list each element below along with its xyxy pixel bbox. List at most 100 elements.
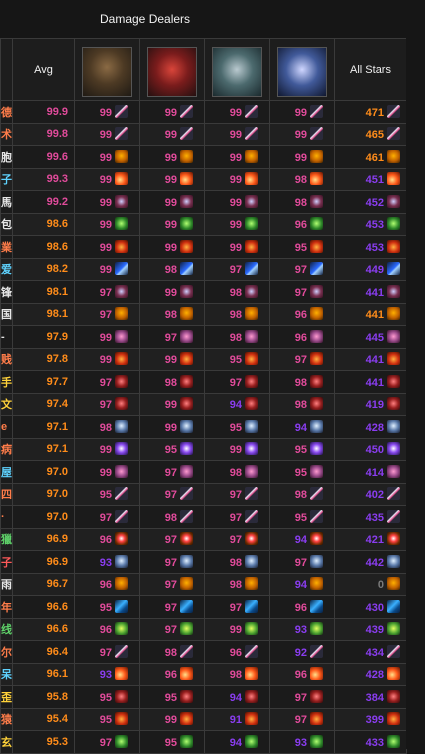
player-name[interactable]: 雨 <box>0 572 13 596</box>
hero-1-header[interactable] <box>74 38 140 101</box>
hero-3-score[interactable]: 98 <box>204 572 270 596</box>
hero-2-score[interactable]: 99 <box>139 100 205 124</box>
hero-2-score[interactable]: 99 <box>139 280 205 304</box>
player-name[interactable]: 尔 <box>0 640 13 664</box>
hero-3-score[interactable]: 99 <box>204 145 270 169</box>
hero-2-score[interactable]: 99 <box>139 415 205 439</box>
hero-3-score[interactable]: 97 <box>204 595 270 619</box>
table-row[interactable]: 呆 96.1 93 96 98 96 428 <box>0 662 407 686</box>
hero-2-score[interactable]: 99 <box>139 145 205 169</box>
hero-4-score[interactable]: 94 <box>269 415 335 439</box>
hero-1-score[interactable]: 97 <box>74 730 140 754</box>
hero-3-header[interactable] <box>204 38 270 101</box>
hero-3-score[interactable]: 99 <box>204 167 270 191</box>
hero-3-score[interactable]: 94 <box>204 730 270 754</box>
all-stars-score[interactable]: 442 <box>334 550 407 574</box>
portrait-hero-3[interactable] <box>212 47 262 97</box>
all-stars-score[interactable]: 453 <box>334 212 407 236</box>
all-stars-score[interactable]: 453 <box>334 235 407 259</box>
table-row[interactable]: 馬 99.2 99 99 99 98 452 <box>0 190 407 214</box>
portrait-hero-1[interactable] <box>82 47 132 97</box>
player-name[interactable]: 线 <box>0 617 13 641</box>
table-row[interactable]: 歪 95.8 95 95 94 97 384 <box>0 685 407 709</box>
player-name[interactable]: e <box>0 415 13 439</box>
hero-3-score[interactable]: 94 <box>204 392 270 416</box>
player-name[interactable]: 馬 <box>0 190 13 214</box>
player-name[interactable]: 歪 <box>0 685 13 709</box>
all-stars-score[interactable]: 428 <box>334 662 407 686</box>
hero-3-score[interactable]: 98 <box>204 550 270 574</box>
all-stars-score[interactable]: 441 <box>334 280 407 304</box>
table-row[interactable]: 尔 96.4 97 98 96 92 434 <box>0 640 407 664</box>
all-stars-score[interactable]: 441 <box>334 302 407 326</box>
table-row[interactable]: · 97.0 97 98 97 95 435 <box>0 505 407 529</box>
all-stars-score[interactable]: 450 <box>334 437 407 461</box>
player-name[interactable]: 子 <box>0 550 13 574</box>
all-stars-score[interactable]: 430 <box>334 595 407 619</box>
table-row[interactable]: 术 99.8 99 99 99 99 465 <box>0 122 407 146</box>
table-row[interactable]: 文 97.4 97 99 94 98 419 <box>0 392 407 416</box>
player-name[interactable]: 玄 <box>0 730 13 754</box>
hero-1-score[interactable]: 97 <box>74 505 140 529</box>
hero-2-score[interactable]: 99 <box>139 122 205 146</box>
player-name[interactable]: 贱 <box>0 347 13 371</box>
hero-1-score[interactable]: 99 <box>74 235 140 259</box>
hero-3-score[interactable]: 94 <box>204 685 270 709</box>
all-stars-score[interactable]: 465 <box>334 122 407 146</box>
portrait-hero-4[interactable] <box>277 47 327 97</box>
hero-4-header[interactable] <box>269 38 335 101</box>
player-name[interactable]: - <box>0 325 13 349</box>
hero-4-score[interactable]: 99 <box>269 100 335 124</box>
table-row[interactable]: 子 96.9 93 97 98 97 442 <box>0 550 407 574</box>
hero-1-score[interactable]: 97 <box>74 392 140 416</box>
hero-1-score[interactable]: 95 <box>74 595 140 619</box>
table-row[interactable]: 猿 95.4 95 99 91 97 399 <box>0 707 407 731</box>
hero-2-score[interactable]: 99 <box>139 167 205 191</box>
table-row[interactable]: 雨 96.7 96 97 98 94 0 <box>0 572 407 596</box>
hero-4-score[interactable]: 96 <box>269 662 335 686</box>
hero-3-score[interactable]: 99 <box>204 235 270 259</box>
hero-2-header[interactable] <box>139 38 205 101</box>
hero-1-score[interactable]: 99 <box>74 325 140 349</box>
player-name[interactable]: 猿 <box>0 707 13 731</box>
table-row[interactable]: 德 99.9 99 99 99 99 471 <box>0 100 407 124</box>
all-stars-score[interactable]: 452 <box>334 190 407 214</box>
table-row[interactable]: 業 98.6 99 99 99 95 453 <box>0 235 407 259</box>
table-row[interactable]: 病 97.1 99 95 99 95 450 <box>0 437 407 461</box>
hero-1-score[interactable]: 95 <box>74 482 140 506</box>
hero-1-score[interactable]: 96 <box>74 527 140 551</box>
table-row[interactable]: 手 97.7 97 98 97 98 441 <box>0 370 407 394</box>
table-row[interactable]: 年 96.6 95 97 97 96 430 <box>0 595 407 619</box>
hero-2-score[interactable]: 98 <box>139 505 205 529</box>
hero-1-score[interactable]: 95 <box>74 685 140 709</box>
hero-2-score[interactable]: 95 <box>139 437 205 461</box>
player-name[interactable]: 爱 <box>0 257 13 281</box>
table-row[interactable]: 子 99.3 99 99 99 98 451 <box>0 167 407 191</box>
avg-header[interactable]: Avg <box>12 38 75 101</box>
table-row[interactable]: 国 98.1 97 98 98 96 441 <box>0 302 407 326</box>
scrollbar[interactable] <box>406 38 425 749</box>
hero-2-score[interactable]: 98 <box>139 640 205 664</box>
hero-4-score[interactable]: 98 <box>269 482 335 506</box>
hero-1-score[interactable]: 96 <box>74 572 140 596</box>
hero-4-score[interactable]: 94 <box>269 572 335 596</box>
hero-3-score[interactable]: 99 <box>204 617 270 641</box>
hero-4-score[interactable]: 97 <box>269 707 335 731</box>
hero-2-score[interactable]: 99 <box>139 392 205 416</box>
player-name[interactable]: 子 <box>0 167 13 191</box>
hero-2-score[interactable]: 97 <box>139 482 205 506</box>
table-row[interactable]: -97.9 99 97 98 96 445 <box>0 325 407 349</box>
table-row[interactable]: 四 97.0 95 97 97 98 402 <box>0 482 407 506</box>
table-row[interactable]: 线 96.6 96 97 99 93 439 <box>0 617 407 641</box>
table-row[interactable]: 獵 96.9 96 97 97 94 421 <box>0 527 407 551</box>
hero-4-score[interactable]: 99 <box>269 122 335 146</box>
hero-3-score[interactable]: 98 <box>204 302 270 326</box>
hero-2-score[interactable]: 97 <box>139 550 205 574</box>
hero-1-score[interactable]: 97 <box>74 280 140 304</box>
hero-1-score[interactable]: 99 <box>74 190 140 214</box>
table-row[interactable]: 锋 98.1 97 99 98 97 441 <box>0 280 407 304</box>
hero-2-score[interactable]: 97 <box>139 460 205 484</box>
player-name[interactable]: 呆 <box>0 662 13 686</box>
hero-4-score[interactable]: 95 <box>269 460 335 484</box>
all-stars-score[interactable]: 414 <box>334 460 407 484</box>
